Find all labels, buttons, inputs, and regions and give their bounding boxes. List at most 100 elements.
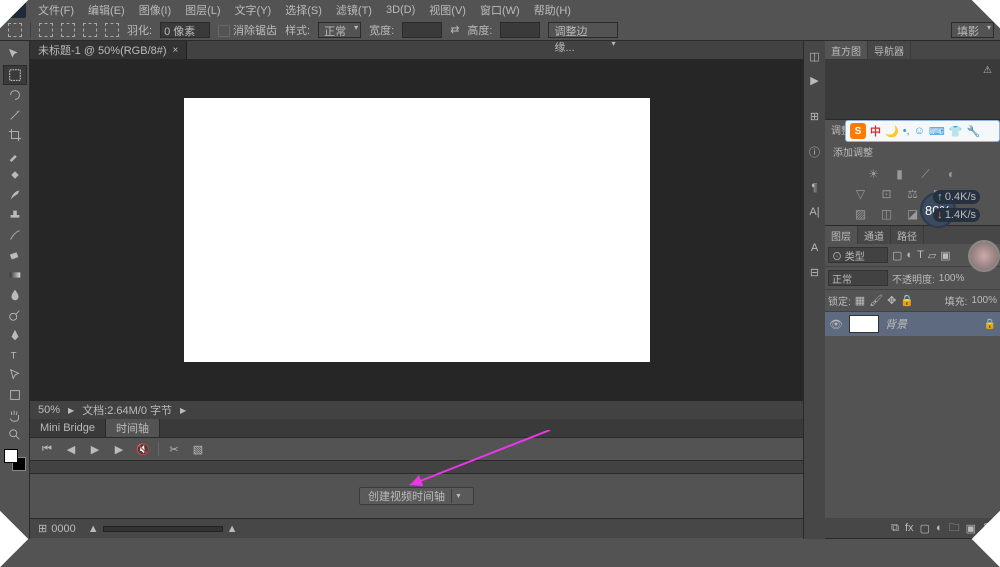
menu-image[interactable]: 图像(I) <box>133 0 177 20</box>
fill-value[interactable]: 100% <box>971 295 997 306</box>
shape-tool[interactable] <box>3 385 27 405</box>
first-frame-icon[interactable]: ⏮ <box>38 441 56 457</box>
posterize-icon[interactable]: ◫ <box>879 207 895 221</box>
color-swatches[interactable] <box>4 449 26 471</box>
zoom-arrow-icon[interactable]: ▶ <box>68 406 74 415</box>
marquee-sub-icon[interactable] <box>83 23 97 37</box>
marquee-new-icon[interactable] <box>39 23 53 37</box>
filter-pixel-icon[interactable]: ▢ <box>892 249 902 262</box>
menu-edit[interactable]: 编辑(E) <box>82 0 131 20</box>
move-tool[interactable] <box>3 45 27 65</box>
height-input[interactable] <box>500 22 540 38</box>
ime-skin-icon[interactable]: 👕 <box>949 125 963 138</box>
mask-icon[interactable]: ▢ <box>920 522 930 535</box>
new-group-icon[interactable]: 🗀 <box>949 519 960 538</box>
lasso-tool[interactable] <box>3 85 27 105</box>
paragraph-panel-icon[interactable]: ¶ <box>806 179 824 197</box>
style-dropdown[interactable]: 正常 <box>318 22 361 38</box>
fx-icon[interactable]: fx <box>905 522 914 534</box>
feather-input[interactable]: 0 像素 <box>160 22 210 38</box>
pen-tool[interactable] <box>3 325 27 345</box>
timeline-zoom-in-icon[interactable]: ▲ <box>227 523 238 535</box>
layer-thumbnail[interactable] <box>849 315 879 333</box>
filter-smart-icon[interactable]: ▣ <box>940 249 950 262</box>
doc-info[interactable]: 文档:2.64M/0 字节 <box>82 402 172 418</box>
scissors-icon[interactable]: ✂ <box>165 441 183 457</box>
antialias-checkbox[interactable] <box>218 25 230 37</box>
ime-settings-icon[interactable]: 🔧 <box>966 125 980 138</box>
menu-select[interactable]: 选择(S) <box>279 0 328 20</box>
paragraph-styles-icon[interactable]: ⊟ <box>806 263 824 281</box>
ime-toolbar[interactable]: S 中 🌙 •, ☺ ⌨ 👕 🔧 <box>845 120 1000 142</box>
filter-type-icon[interactable]: T <box>917 249 924 261</box>
path-select-tool[interactable] <box>3 365 27 385</box>
play-icon[interactable]: ▶ <box>86 441 104 457</box>
ime-lang[interactable]: 中 <box>870 123 881 139</box>
menu-type[interactable]: 文字(Y) <box>229 0 278 20</box>
navigator-tab[interactable]: 导航器 <box>868 41 911 59</box>
new-adjust-icon[interactable]: ◐ <box>936 522 943 534</box>
brightness-icon[interactable]: ☀ <box>866 167 882 181</box>
lock-all-icon[interactable]: 🔒 <box>900 294 914 307</box>
workspace-switcher[interactable]: 填影 <box>951 22 994 38</box>
hue-icon[interactable]: ⊡ <box>879 187 895 201</box>
channels-tab[interactable]: 通道 <box>858 226 891 244</box>
layer-filter-kind[interactable]: ⊙ 类型 <box>828 247 888 263</box>
stamp-tool[interactable] <box>3 205 27 225</box>
marquee-add-icon[interactable] <box>61 23 75 37</box>
refine-edge-button[interactable]: 调整边缘... <box>548 22 618 38</box>
create-timeline-dropdown-icon[interactable]: ▼ <box>451 489 465 503</box>
crop-tool[interactable] <box>3 125 27 145</box>
invert-icon[interactable]: ▨ <box>853 207 869 221</box>
actions-panel-icon[interactable]: ▶ <box>806 71 824 89</box>
visibility-icon[interactable]: 👁 <box>829 318 843 331</box>
curves-icon[interactable]: ⟋ <box>918 167 934 181</box>
new-layer-icon[interactable]: ▣ <box>966 522 976 535</box>
link-layers-icon[interactable]: ⧉ <box>891 522 899 535</box>
zoom-level[interactable]: 50% <box>38 404 60 416</box>
menu-window[interactable]: 窗口(W) <box>474 0 526 20</box>
ime-punct-icon[interactable]: •, <box>903 125 910 137</box>
menu-view[interactable]: 视图(V) <box>423 0 472 20</box>
lock-pos-icon[interactable]: ✥ <box>887 294 896 307</box>
threshold-icon[interactable]: ◪ <box>905 207 921 221</box>
ime-emoji-icon[interactable]: ☺ <box>914 125 925 137</box>
eraser-tool[interactable] <box>3 245 27 265</box>
timeline-zoom-out-icon[interactable]: ▲ <box>88 523 99 535</box>
swap-wh-icon[interactable]: ⇄ <box>450 23 459 36</box>
blur-tool[interactable] <box>3 285 27 305</box>
wand-tool[interactable] <box>3 105 27 125</box>
marquee-tool[interactable] <box>3 65 27 85</box>
canvas-area[interactable] <box>30 59 803 401</box>
close-tab-icon[interactable]: × <box>173 45 179 56</box>
history-panel-icon[interactable]: ◫ <box>806 47 824 65</box>
create-video-timeline-button[interactable]: 创建视频时间轴 ▼ <box>359 487 474 505</box>
heal-tool[interactable] <box>3 165 27 185</box>
marquee-int-icon[interactable] <box>105 23 119 37</box>
warning-icon[interactable]: ⚠ <box>983 65 992 76</box>
opacity-value[interactable]: 100% <box>939 273 965 284</box>
prev-frame-icon[interactable]: ◀ <box>62 441 80 457</box>
gradient-tool[interactable] <box>3 265 27 285</box>
layers-tab[interactable]: 图层 <box>825 226 858 244</box>
lock-pixel-icon[interactable]: 🖌 <box>869 294 883 307</box>
levels-icon[interactable]: ▮ <box>892 167 908 181</box>
foreground-color[interactable] <box>4 449 18 463</box>
ime-moon-icon[interactable]: 🌙 <box>885 125 899 138</box>
hand-tool[interactable] <box>3 405 27 425</box>
filter-shape-icon[interactable]: ▱ <box>928 249 936 262</box>
timeline-ruler[interactable] <box>30 460 803 474</box>
info-panel-icon[interactable]: ⓘ <box>806 143 824 161</box>
transition-icon[interactable]: ▧ <box>189 441 207 457</box>
mini-bridge-tab[interactable]: Mini Bridge <box>30 419 106 437</box>
balance-icon[interactable]: ⚖ <box>905 187 921 201</box>
timeline-tab[interactable]: 时间轴 <box>106 419 160 437</box>
artboard[interactable] <box>184 98 650 362</box>
ime-keyboard-icon[interactable]: ⌨ <box>929 125 945 138</box>
tool-preset-icon[interactable] <box>8 23 22 37</box>
brush-tool[interactable] <box>3 185 27 205</box>
audio-toggle-icon[interactable]: 🔇 <box>134 441 152 457</box>
history-brush-tool[interactable] <box>3 225 27 245</box>
zoom-tool[interactable] <box>3 425 27 445</box>
next-frame-icon[interactable]: ▶ <box>110 441 128 457</box>
